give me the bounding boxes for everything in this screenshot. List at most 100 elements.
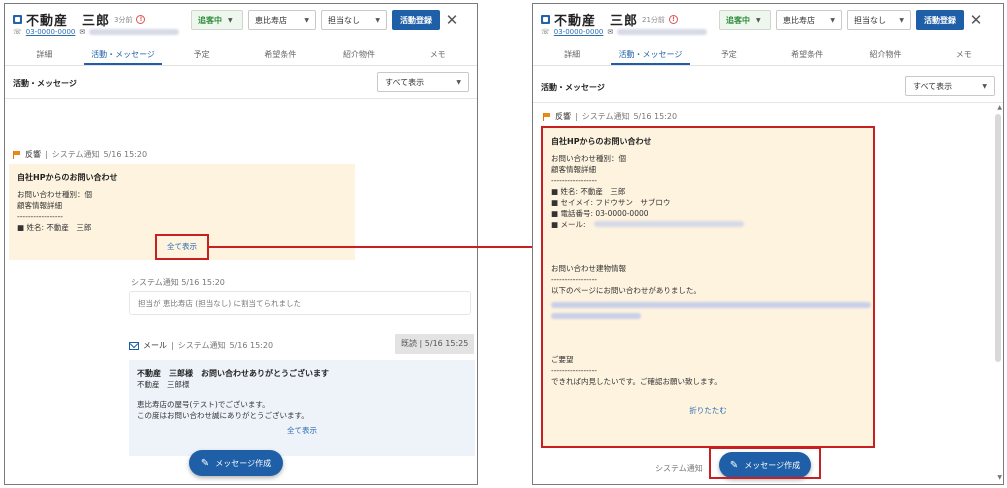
request-text: できれば内見したいです。ご確認お願い致します。 [551, 377, 722, 386]
assignee-label: 担当なし [854, 15, 886, 25]
inquiry-title: 自社HPからのお問い合わせ [551, 137, 652, 146]
tab-schedule[interactable]: 予定 [690, 44, 768, 65]
pencil-icon: ✎ [200, 457, 210, 469]
register-activity-button[interactable]: 活動登録 [916, 10, 964, 30]
tab-bar: 詳細 活動・メッセージ 予定 希望条件 紹介物件 メモ [533, 44, 1003, 66]
mail-line: 恵比寿店の屋号(テスト)でございます。 [137, 400, 270, 409]
email-blurred [593, 221, 744, 227]
building-info-label: お問い合わせ建物情報 [551, 264, 626, 273]
inquiry-line: ■ 姓名: 不動産 三郎 [551, 187, 626, 196]
tab-detail[interactable]: 詳細 [5, 44, 84, 65]
scroll-up-icon[interactable]: ▲ [997, 104, 1002, 111]
alert-icon[interactable]: ! [668, 15, 678, 24]
show-all-link[interactable]: 全て表示 [137, 425, 467, 436]
phone-icon: ☏ [13, 28, 22, 36]
inquiry-line: ----------------- [17, 212, 64, 221]
event-time: 5/16 15:20 [229, 341, 274, 350]
event-time: 5/16 15:20 [633, 112, 678, 121]
chevron-down-icon: ▼ [982, 82, 987, 90]
tab-properties[interactable]: 紹介物件 [846, 44, 924, 65]
inquiry-event-header: 反響 | システム通知 5/16 15:20 [13, 149, 147, 160]
status-dropdown[interactable]: 追客中 ▼ [191, 10, 243, 30]
filter-label: すべて表示 [385, 77, 425, 87]
store-select[interactable]: 恵比寿店 ▼ [248, 10, 316, 30]
section-title: 活動・メッセージ [13, 79, 77, 88]
customer-icon [541, 15, 550, 24]
inquiry-line: ■ セイメイ: フドウサン サブロウ [551, 198, 671, 207]
mail-icon [129, 341, 139, 350]
chevron-down-icon: ▼ [304, 16, 309, 24]
event-time: 5/16 15:20 [181, 278, 225, 287]
event-source: システム通知 [655, 464, 703, 473]
tab-properties[interactable]: 紹介物件 [320, 44, 399, 65]
close-icon[interactable]: ✕ [445, 11, 459, 29]
tab-schedule[interactable]: 予定 [162, 44, 241, 65]
customer-name: 不動産 三郎 [554, 14, 639, 29]
status-label: 追客中 [198, 15, 222, 25]
chevron-down-icon: ▼ [899, 16, 904, 24]
url-blurred [551, 300, 871, 322]
customer-name-row: 不動産 三郎 21分前 ! [541, 10, 678, 29]
tab-activity[interactable]: 活動・メッセージ [611, 44, 690, 65]
register-activity-button[interactable]: 活動登録 [392, 10, 440, 30]
separator: | [171, 341, 174, 350]
tab-preferences[interactable]: 希望条件 [768, 44, 846, 65]
compose-label: メッセージ作成 [215, 458, 272, 468]
email-blurred [617, 29, 708, 35]
event-type: 反響 [555, 112, 571, 121]
inquiry-line: ■ メール: [551, 220, 586, 229]
phone-link[interactable]: 03-0000-0000 [554, 28, 604, 36]
tab-bar: 詳細 活動・メッセージ 予定 希望条件 紹介物件 メモ [5, 44, 477, 66]
tab-detail[interactable]: 詳細 [533, 44, 611, 65]
filter-select[interactable]: すべて表示 ▼ [377, 72, 469, 92]
customer-name-row: 不動産 三郎 3分前 ! [13, 10, 146, 29]
scroll-down-icon[interactable]: ▼ [997, 474, 1002, 481]
contact-row: ☏ 03-0000-0000 ✉ [13, 28, 180, 36]
filter-label: すべて表示 [913, 81, 953, 91]
tab-preferences[interactable]: 希望条件 [241, 44, 320, 65]
chevron-down-icon: ▼ [228, 16, 233, 24]
header-controls: 追客中 ▼ 恵比寿店 ▼ 担当なし ▼ 活動登録 ✕ [719, 10, 983, 30]
assignee-select[interactable]: 担当なし ▼ [847, 10, 911, 30]
email-blurred [89, 29, 180, 35]
phone-icon: ☏ [541, 28, 550, 36]
inquiry-line: ----------------- [551, 176, 598, 185]
customer-name: 不動産 三郎 [26, 14, 111, 29]
inquiry-event-header: 反響 | システム通知 5/16 15:20 [543, 111, 677, 122]
assignee-select[interactable]: 担当なし ▼ [321, 10, 387, 30]
last-update-time: 3分前 [114, 15, 133, 24]
filter-select[interactable]: すべて表示 ▼ [905, 76, 995, 96]
event-type: 反響 [25, 150, 41, 159]
highlight-frame [709, 447, 821, 479]
compose-message-button[interactable]: ✎ メッセージ作成 [189, 450, 283, 476]
divider [5, 98, 477, 99]
collapse-link[interactable]: 折りたたむ [551, 405, 865, 416]
assignee-label: 担当なし [328, 15, 360, 25]
system-event-header: システム通知 5/16 15:20 [131, 277, 225, 288]
last-update-time: 21分前 [642, 15, 665, 24]
tab-activity[interactable]: 活動・メッセージ [83, 44, 163, 65]
mail-line: 不動産 三郎様 [137, 380, 190, 389]
left-screen: 不動産 三郎 3分前 ! ☏ 03-0000-0000 ✉ 追客中 ▼ 恵比寿店… [4, 3, 478, 485]
chevron-down-icon: ▼ [456, 78, 461, 86]
status-label: 追客中 [726, 15, 750, 25]
header-controls: 追客中 ▼ 恵比寿店 ▼ 担当なし ▼ 活動登録 ✕ [191, 10, 459, 30]
store-label: 恵比寿店 [255, 15, 287, 25]
inquiry-card-expanded: 自社HPからのお問い合わせ お問い合わせ種別：個 顧客情報詳細 --------… [541, 126, 875, 448]
section-title: 活動・メッセージ [541, 83, 605, 92]
alert-icon[interactable]: ! [136, 15, 146, 24]
mail-line: この度はお問い合わせ誠にありがとうございます。 [137, 411, 309, 420]
phone-link[interactable]: 03-0000-0000 [26, 28, 76, 36]
scrollbar-thumb[interactable] [995, 114, 1001, 362]
close-icon[interactable]: ✕ [969, 11, 983, 29]
store-select[interactable]: 恵比寿店 ▼ [776, 10, 842, 30]
request-dashes: ----------------- [551, 366, 598, 375]
chevron-down-icon: ▼ [375, 16, 380, 24]
tab-memo[interactable]: メモ [925, 44, 1003, 65]
inquiry-line: お問い合わせ種別：個 [551, 154, 626, 163]
tab-memo[interactable]: メモ [398, 44, 477, 65]
status-dropdown[interactable]: 追客中 ▼ [719, 10, 771, 30]
system-message: 担当が 恵比寿店 (担当なし) に割当てられました [129, 291, 471, 315]
mail-event-header: メール | システム通知 5/16 15:20 [129, 340, 273, 351]
right-screen: 不動産 三郎 21分前 ! ☏ 03-0000-0000 ✉ 追客中 ▼ 恵比寿… [532, 3, 1004, 485]
